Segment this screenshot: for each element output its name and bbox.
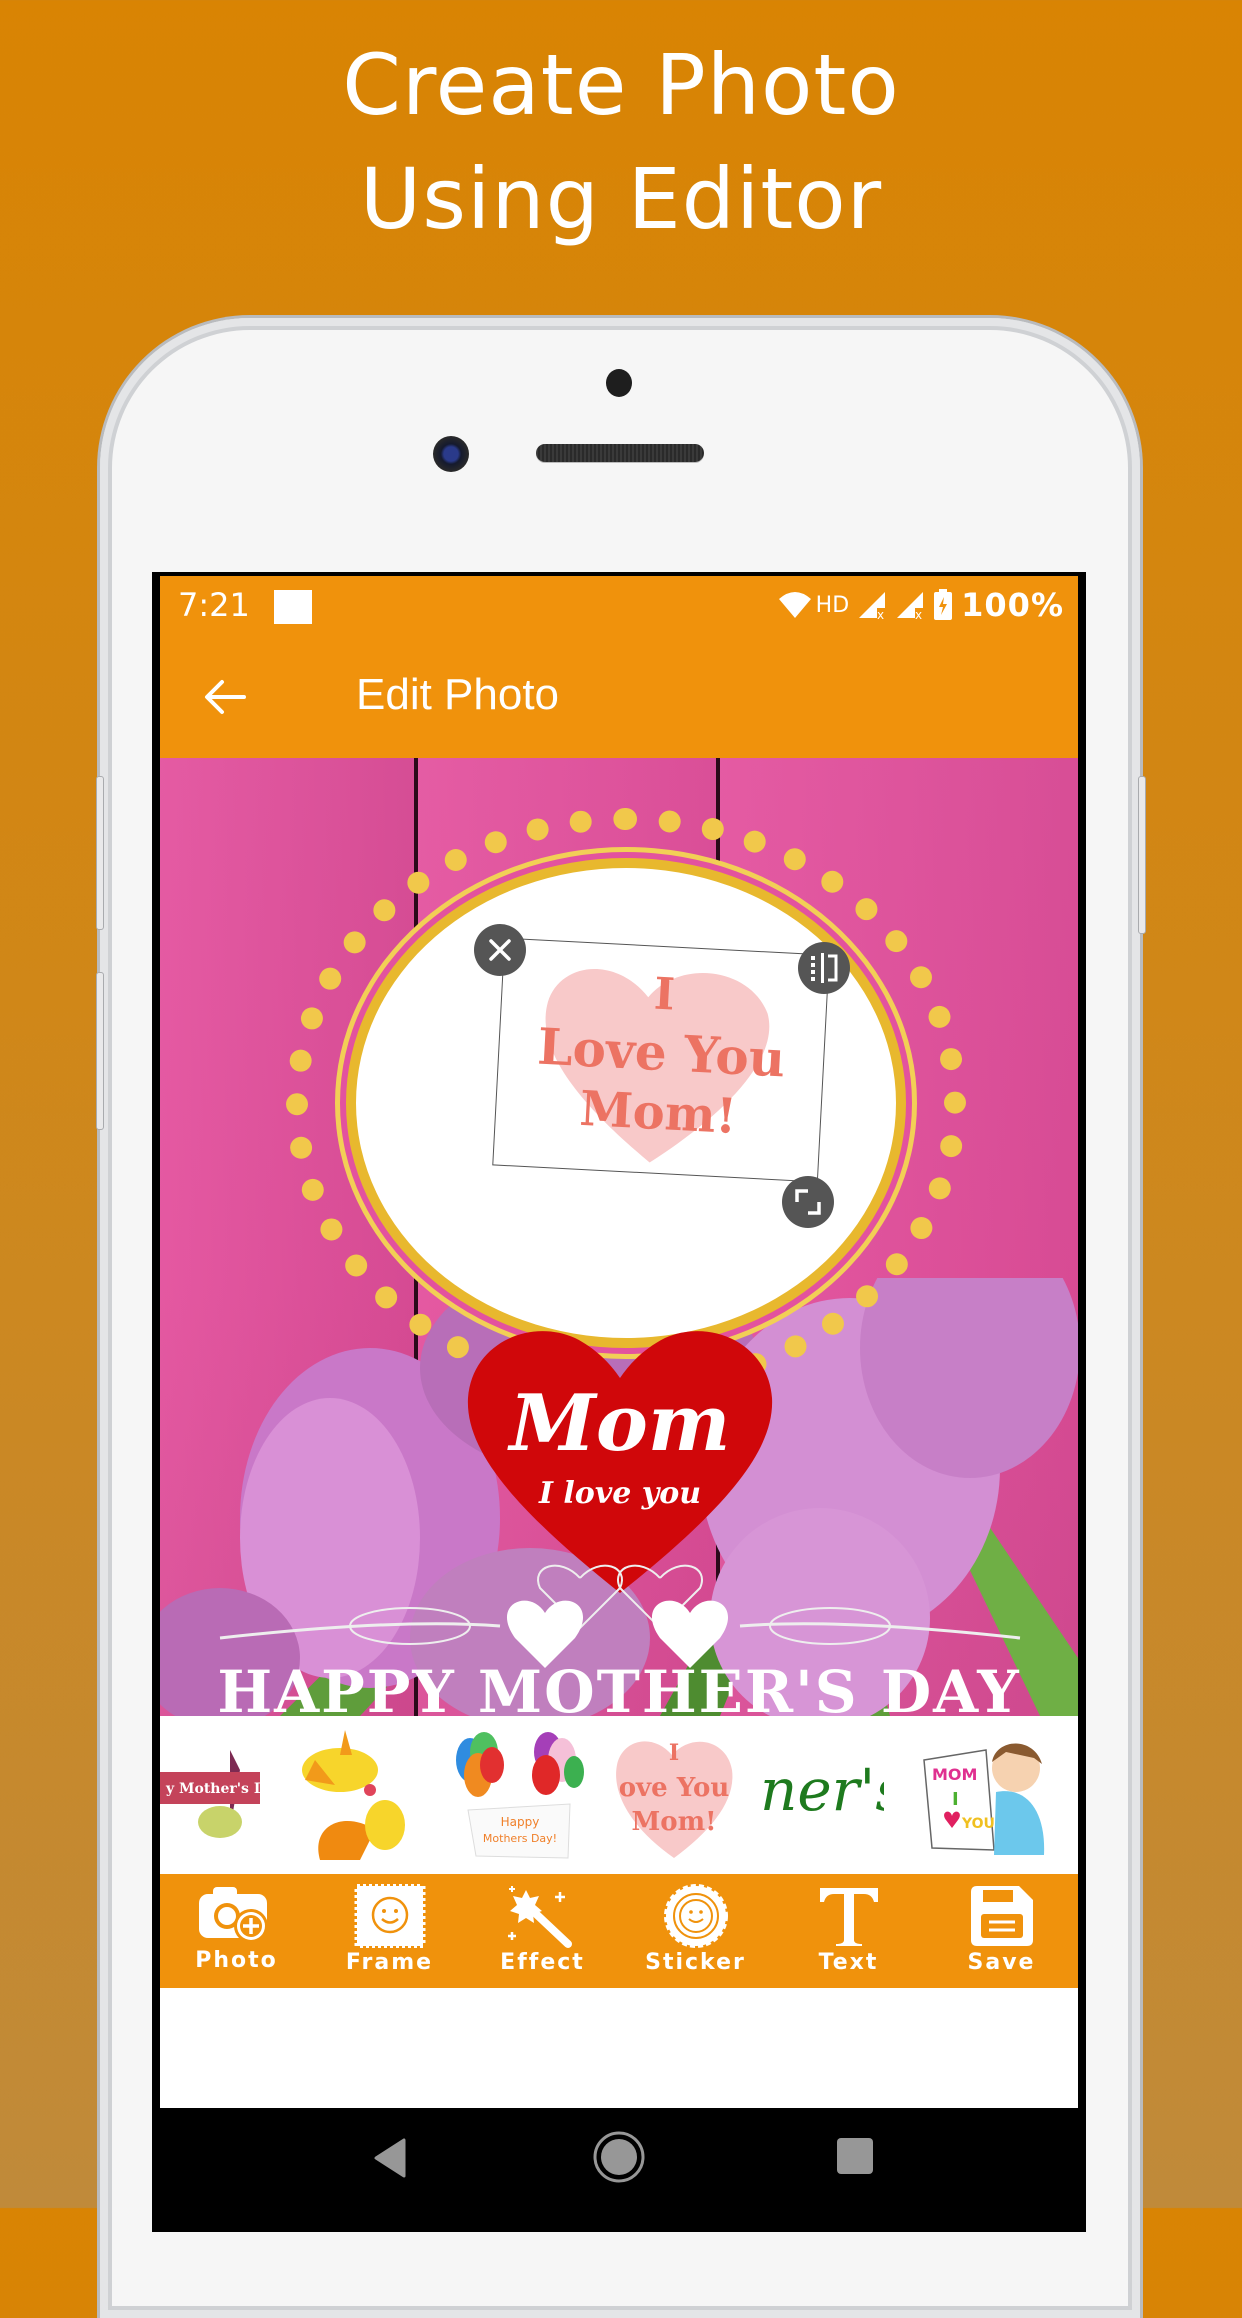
sticker-delete-button[interactable]: [474, 924, 526, 976]
network-type-label: HD: [815, 592, 850, 618]
tool-sticker-button[interactable]: Sticker: [626, 1874, 766, 1988]
promo-headline-line2: Using Editor: [359, 150, 883, 248]
status-time: 7:21: [178, 586, 250, 624]
heart-text-sub: I love you: [538, 1476, 702, 1511]
phone-screen: 7:21 HD x x 100% Edit Photo I Love You M…: [152, 572, 1086, 2232]
sticker-option-birds[interactable]: [290, 1730, 420, 1860]
magic-wand-icon: [507, 1886, 572, 1948]
text-icon: [819, 1888, 878, 1946]
earpiece-speaker: [536, 444, 704, 462]
sticker-icon: [663, 1884, 728, 1948]
battery-percent: 100%: [961, 586, 1064, 624]
ribbon-sticker-image: y Mother's D: [160, 1750, 266, 1838]
tool-effect-button[interactable]: Effect: [473, 1874, 613, 1988]
app-bar: Edit Photo: [160, 636, 1078, 758]
empty-content-area: [160, 1988, 1078, 2108]
phone-volume-up-button: [96, 776, 104, 930]
sticker-option-love-mom[interactable]: I ove You Mom!: [612, 1730, 736, 1860]
camera-add-icon: [198, 1887, 268, 1943]
svg-text:ner's: ner's: [760, 1756, 884, 1824]
page-title: Edit Photo: [356, 670, 560, 719]
sticker-flip-button[interactable]: [798, 942, 850, 994]
tool-text-button[interactable]: Text: [779, 1874, 919, 1988]
status-bar: 7:21 HD x x 100%: [160, 576, 1078, 636]
flip-icon: [811, 953, 838, 983]
hearts-ornament: [219, 1564, 1021, 1668]
birds-sticker-image: [302, 1730, 405, 1860]
resize-icon: [795, 1189, 821, 1215]
tool-effect-label: Effect: [500, 1950, 585, 1975]
arrow-left-icon[interactable]: [200, 672, 250, 722]
love-mom-sticker-image: I ove You Mom!: [616, 1740, 733, 1858]
nav-home-icon[interactable]: [592, 2130, 646, 2184]
tool-frame-label: Frame: [345, 1950, 434, 1975]
signal-icon: x: [897, 592, 924, 620]
svg-text:I: I: [669, 1740, 679, 1766]
nav-back-icon[interactable]: [370, 2136, 410, 2180]
wifi-icon: [778, 592, 811, 618]
sticker-strip[interactable]: y Mother's D Happy Mothers Day! I ove Yo…: [160, 1716, 1078, 1874]
tool-save-button[interactable]: Save: [932, 1874, 1072, 1988]
svg-text:YOU: YOU: [961, 1816, 995, 1832]
sticker-option-ribbon[interactable]: y Mother's D: [160, 1730, 270, 1860]
system-nav-bar: [160, 2108, 1078, 2218]
balloons-sticker-image: Happy Mothers Day!: [456, 1732, 584, 1859]
svg-text:Mothers Day!: Mothers Day!: [483, 1832, 557, 1845]
tool-save-label: Save: [967, 1950, 1036, 1975]
heart-text-main: Mom: [509, 1378, 731, 1469]
close-icon: [489, 939, 511, 961]
phone-power-button: [1138, 776, 1146, 934]
battery-charging-icon: [934, 589, 953, 620]
ribbon-sticker-text: y Mother's D: [165, 1781, 266, 1797]
notification-icon: [274, 590, 312, 624]
svg-text:MOM: MOM: [932, 1765, 977, 1784]
save-icon: [970, 1886, 1033, 1946]
svg-text:Mom!: Mom!: [631, 1807, 716, 1837]
tool-sticker-label: Sticker: [645, 1950, 746, 1975]
svg-text:x: x: [877, 608, 884, 620]
sticker-option-script-text[interactable]: ner's: [754, 1730, 905, 1860]
sticker-option-balloons[interactable]: Happy Mothers Day!: [450, 1730, 590, 1860]
front-camera: [433, 436, 469, 472]
proximity-sensor: [606, 369, 632, 397]
editor-toolbar: Photo Frame Effect Sticker Text Save: [160, 1874, 1078, 1988]
photo-canvas[interactable]: I Love You Mom! Mom I love you HAPPY MOT…: [160, 758, 1078, 1716]
svg-text:Happy: Happy: [501, 1815, 540, 1829]
promo-headline-line1: Create Photo: [342, 36, 900, 134]
svg-text:I: I: [952, 1789, 959, 1810]
tool-photo-button[interactable]: Photo: [167, 1874, 307, 1988]
frame-icon: [354, 1884, 425, 1948]
boy-card-sticker-image: MOM I YOU: [923, 1743, 1045, 1855]
svg-text:x: x: [915, 608, 922, 620]
selected-sticker[interactable]: I Love You Mom!: [492, 937, 830, 1183]
sticker-option-boy-card[interactable]: MOM I YOU: [916, 1730, 1056, 1860]
nav-recents-icon[interactable]: [835, 2136, 875, 2176]
script-text-sticker-image: ner's: [760, 1756, 905, 1824]
tool-photo-label: Photo: [195, 1948, 278, 1973]
signal-icon: x: [859, 592, 886, 620]
phone-volume-down-button: [96, 972, 104, 1130]
tool-frame-button[interactable]: Frame: [320, 1874, 460, 1988]
sticker-resize-button[interactable]: [782, 1176, 834, 1228]
svg-text:ove You: ove You: [619, 1773, 730, 1803]
tool-text-label: Text: [818, 1950, 879, 1975]
banner-text: HAPPY MOTHER'S DAY: [217, 1658, 1021, 1716]
